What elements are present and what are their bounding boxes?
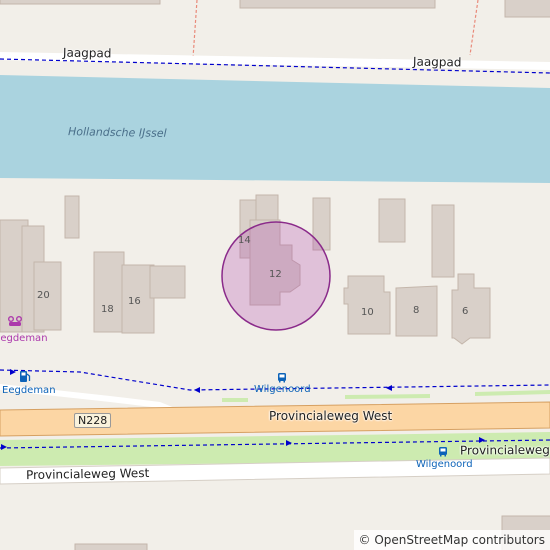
building bbox=[504, 0, 550, 18]
street-label-provincialeweg-bottom: Provincialeweg West bbox=[25, 465, 150, 483]
house-number: 8 bbox=[413, 305, 420, 316]
house-number: 14 bbox=[238, 235, 251, 246]
road-ref-badge: N228 bbox=[74, 413, 112, 428]
poi-label-eegdeman[interactable]: Eegdeman bbox=[0, 334, 48, 344]
street-label-provincialeweg-right: Provincialeweg West bbox=[459, 442, 550, 458]
house-number: 12 bbox=[269, 269, 282, 280]
building bbox=[239, 0, 436, 9]
building bbox=[64, 195, 80, 239]
house-number: 16 bbox=[128, 296, 141, 307]
car-repair-icon[interactable] bbox=[8, 316, 22, 328]
water-label: Hollandsche IJssel bbox=[67, 125, 167, 140]
building bbox=[431, 204, 455, 278]
street-label-provincialeweg: Provincialeweg West bbox=[269, 409, 393, 423]
poi-label-wilgenoord[interactable]: Wilgenoord bbox=[254, 385, 311, 395]
building-6 bbox=[451, 273, 491, 345]
building-10 bbox=[343, 275, 391, 335]
poi-label-eegdeman-fuel[interactable]: Eegdeman bbox=[2, 386, 56, 396]
street-label-jaagpad: Jaagpad bbox=[62, 45, 112, 61]
poi-label-wilgenoord-bottom[interactable]: Wilgenoord bbox=[416, 460, 473, 470]
house-number: 6 bbox=[462, 306, 469, 317]
house-number: 18 bbox=[101, 304, 114, 315]
building bbox=[149, 265, 186, 299]
street-label-jaagpad-right: Jaagpad bbox=[412, 54, 462, 70]
house-number: 20 bbox=[37, 290, 50, 301]
bus-stop-icon[interactable] bbox=[277, 372, 287, 383]
building bbox=[0, 0, 161, 5]
building bbox=[93, 251, 125, 333]
house-number: 10 bbox=[361, 307, 374, 318]
building bbox=[378, 198, 406, 243]
fuel-icon[interactable] bbox=[19, 370, 31, 383]
bus-stop-icon[interactable] bbox=[438, 446, 448, 457]
map-view[interactable]: Jaagpad Jaagpad Hollandsche IJssel 14 12… bbox=[0, 0, 550, 550]
building bbox=[74, 543, 148, 550]
attribution-link[interactable]: © OpenStreetMap contributors bbox=[353, 530, 550, 550]
